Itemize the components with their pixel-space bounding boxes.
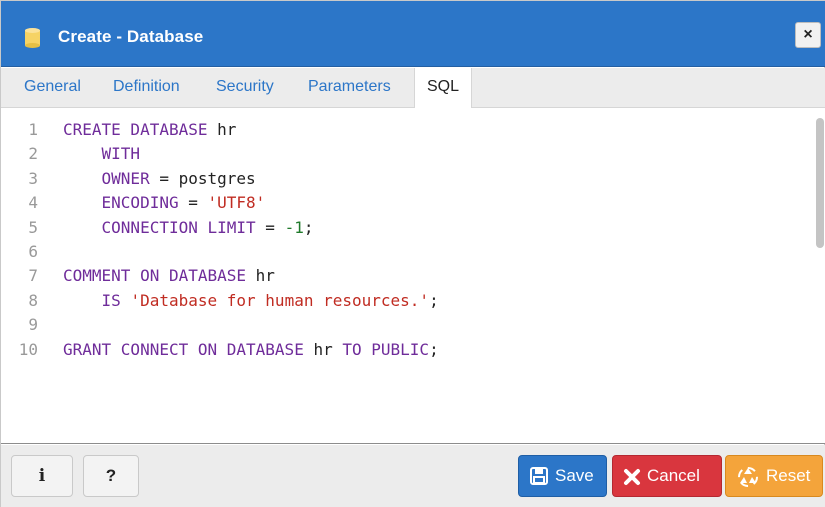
line-number: 10 (18, 339, 38, 359)
line-number: 5 (28, 217, 38, 237)
code-text: WITH (63, 142, 141, 166)
tab-bar: General Definition Security Parameters S… (1, 68, 825, 108)
code-line: 2 WITH (1, 142, 801, 166)
code-line: 3 OWNER = postgres (1, 167, 801, 191)
sql-keyword: ENCODING (63, 193, 179, 213)
reset-label: Reset (766, 466, 811, 485)
line-number: 9 (28, 315, 38, 335)
sql-number: -1 (284, 217, 304, 237)
line-number: 7 (28, 266, 38, 286)
sql-text: = postgres (149, 168, 256, 188)
dialog-title: Create - Database (58, 27, 204, 46)
code-line: 6 (1, 240, 801, 264)
editor-scrollbar[interactable] (816, 118, 824, 248)
x-icon (624, 469, 640, 485)
sql-keyword: GRANT CONNECT ON DATABASE (63, 339, 304, 359)
sql-keyword: CONNECTION LIMIT (63, 217, 256, 237)
code-text: CREATE DATABASE hr (63, 118, 236, 142)
line-number: 6 (28, 242, 38, 261)
sql-text: = (255, 217, 285, 237)
line-number: 1 (28, 120, 38, 139)
sql-keyword: COMMENT ON DATABASE (63, 266, 247, 286)
code-text: COMMENT ON DATABASE hr (63, 264, 275, 288)
create-database-dialog: Create - Database × General Definition S… (0, 0, 825, 507)
code-line: 7 COMMENT ON DATABASE hr (1, 264, 801, 288)
close-button[interactable]: × (795, 22, 821, 48)
close-icon: × (803, 26, 813, 43)
code-text: CONNECTION LIMIT = -1; (63, 216, 314, 240)
sql-string: 'Database for human resources.' (130, 290, 430, 310)
code-line: 9 (1, 313, 801, 337)
info-icon: i (38, 466, 46, 486)
info-button[interactable]: i (11, 455, 73, 497)
code-text: GRANT CONNECT ON DATABASE hr TO PUBLIC; (63, 338, 439, 362)
sql-text: hr (246, 266, 275, 286)
dialog-footer: i ? Save Cancel Reset (1, 445, 825, 507)
code-text: OWNER = postgres (63, 167, 256, 191)
sql-text: ; (429, 339, 439, 359)
sql-keyword: WITH (63, 144, 141, 164)
help-button[interactable]: ? (83, 455, 139, 497)
sql-keyword: OWNER (63, 168, 150, 188)
code-text: ENCODING = 'UTF8' (63, 191, 266, 215)
line-number: 4 (28, 193, 38, 213)
line-number: 3 (28, 168, 38, 188)
floppy-disk-icon (530, 467, 548, 485)
sql-text: hr (303, 339, 343, 359)
sql-keyword: CREATE DATABASE (63, 120, 208, 139)
code-line: 8 IS 'Database for human resources.'; (1, 289, 801, 313)
line-number: 8 (28, 290, 38, 310)
code-line: 5 CONNECTION LIMIT = -1; (1, 216, 801, 240)
save-button[interactable]: Save (518, 455, 607, 497)
tab-general[interactable]: General (24, 78, 81, 96)
recycle-icon (738, 467, 758, 487)
code-line: 1 CREATE DATABASE hr (1, 118, 801, 142)
sql-text: ; (429, 290, 439, 310)
sql-keyword: TO PUBLIC (342, 339, 430, 359)
code-text: IS 'Database for human resources.'; (63, 289, 439, 313)
tab-sql[interactable]: SQL (414, 68, 473, 108)
code-line: 10 GRANT CONNECT ON DATABASE hr TO PUBLIC… (1, 338, 801, 362)
tab-parameters[interactable]: Parameters (308, 78, 391, 96)
sql-editor[interactable]: 1 CREATE DATABASE hr 2 WITH 3 OWNER = postg… (1, 108, 825, 444)
tab-definition[interactable]: Definition (113, 78, 180, 96)
cancel-label: Cancel (647, 466, 700, 485)
sql-string: 'UTF8' (207, 193, 266, 213)
save-label: Save (555, 466, 594, 485)
sql-text: ; (303, 217, 314, 237)
sql-text: hr (207, 120, 237, 139)
database-icon (25, 28, 40, 48)
help-icon: ? (105, 466, 117, 485)
tab-security[interactable]: Security (216, 78, 274, 96)
code-line: 4 ENCODING = 'UTF8' (1, 191, 801, 215)
sql-text: = (178, 193, 208, 213)
cancel-button[interactable]: Cancel (612, 455, 722, 497)
dialog-titlebar[interactable]: Create - Database × (1, 1, 825, 67)
reset-button[interactable]: Reset (725, 455, 823, 497)
sql-keyword: IS (63, 290, 131, 310)
line-number: 2 (28, 144, 38, 164)
